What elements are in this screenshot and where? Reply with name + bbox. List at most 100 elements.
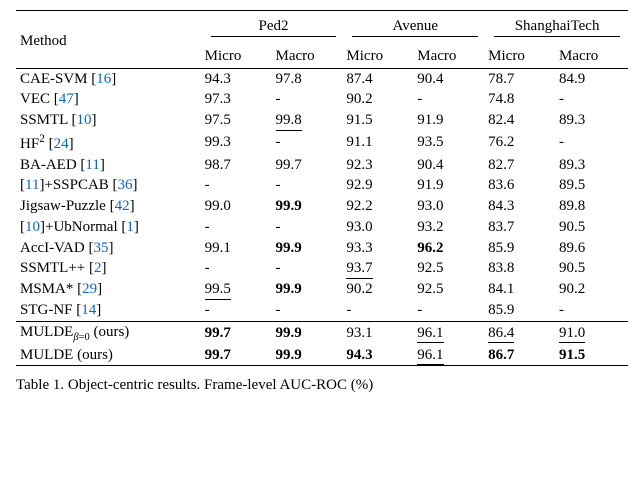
value-cell: 86.7 xyxy=(486,345,557,366)
subcol-sht-micro: Micro xyxy=(486,41,557,68)
value-cell: 99.1 xyxy=(203,238,274,259)
value-cell: 87.4 xyxy=(344,68,415,89)
subcol-ped2-macro: Macro xyxy=(274,41,345,68)
value-cell: 76.2 xyxy=(486,131,557,155)
value-cell: - xyxy=(274,300,345,321)
value-cell: - xyxy=(203,258,274,279)
value-cell: 93.1 xyxy=(344,321,415,345)
value-cell: 90.2 xyxy=(344,279,415,300)
value-cell: - xyxy=(274,131,345,155)
value-cell: 93.0 xyxy=(344,217,415,238)
value-cell: - xyxy=(344,300,415,321)
value-cell: 97.8 xyxy=(274,68,345,89)
col-group-shanghaitech: ShanghaiTech xyxy=(486,11,628,41)
citation-link[interactable]: 24 xyxy=(54,136,69,152)
method-cell: SSMTL [10] xyxy=(16,110,203,131)
method-cell: [10]+UbNormal [1] xyxy=(16,217,203,238)
value-cell: 89.3 xyxy=(557,155,628,176)
value-cell: 99.8 xyxy=(274,110,345,131)
table-row: CAE-SVM [16]94.397.887.490.478.784.9 xyxy=(16,68,628,89)
value-cell: 99.7 xyxy=(203,321,274,345)
table-row: STG-NF [14]----85.9- xyxy=(16,300,628,321)
citation-link[interactable]: 16 xyxy=(96,71,111,87)
value-cell: 99.9 xyxy=(274,238,345,259)
table-row: HF2 [24]99.3-91.193.576.2- xyxy=(16,131,628,155)
citation-link[interactable]: 29 xyxy=(82,281,97,297)
value-cell: 85.9 xyxy=(486,238,557,259)
value-cell: 99.5 xyxy=(203,279,274,300)
value-cell: - xyxy=(415,89,486,110)
value-cell: 92.5 xyxy=(415,279,486,300)
value-cell: 94.3 xyxy=(203,68,274,89)
value-cell: - xyxy=(274,258,345,279)
value-cell: 83.7 xyxy=(486,217,557,238)
value-cell: 99.9 xyxy=(274,345,345,366)
method-cell: CAE-SVM [16] xyxy=(16,68,203,89)
method-cell: VEC [47] xyxy=(16,89,203,110)
value-cell: 93.3 xyxy=(344,238,415,259)
value-cell: 99.9 xyxy=(274,279,345,300)
citation-link[interactable]: 2 xyxy=(94,260,102,276)
citation-link[interactable]: 35 xyxy=(93,240,108,256)
value-cell: - xyxy=(203,175,274,196)
method-cell: MULDE (ours) xyxy=(16,345,203,366)
citation-link[interactable]: 10 xyxy=(77,112,92,128)
value-cell: 92.3 xyxy=(344,155,415,176)
value-cell: - xyxy=(274,175,345,196)
value-cell: - xyxy=(203,300,274,321)
value-cell: 89.8 xyxy=(557,196,628,217)
value-cell: 93.5 xyxy=(415,131,486,155)
citation-link[interactable]: 47 xyxy=(59,91,74,107)
table-row: BA-AED [11]98.799.792.390.482.789.3 xyxy=(16,155,628,176)
value-cell: 78.7 xyxy=(486,68,557,89)
value-cell: 99.0 xyxy=(203,196,274,217)
value-cell: 96.1 xyxy=(415,345,486,366)
citation-link[interactable]: 42 xyxy=(115,198,130,214)
value-cell: - xyxy=(415,300,486,321)
value-cell: 84.3 xyxy=(486,196,557,217)
method-cell: STG-NF [14] xyxy=(16,300,203,321)
value-cell: 94.3 xyxy=(344,345,415,366)
value-cell: 90.5 xyxy=(557,258,628,279)
method-cell: MULDEβ=0 (ours) xyxy=(16,321,203,345)
value-cell: 90.2 xyxy=(557,279,628,300)
value-cell: - xyxy=(557,300,628,321)
value-cell: 93.2 xyxy=(415,217,486,238)
value-cell: 98.7 xyxy=(203,155,274,176)
citation-link[interactable]: 10 xyxy=(25,219,40,235)
value-cell: 91.5 xyxy=(557,345,628,366)
value-cell: 91.1 xyxy=(344,131,415,155)
method-cell: HF2 [24] xyxy=(16,131,203,155)
subcol-avenue-micro: Micro xyxy=(344,41,415,68)
value-cell: 91.5 xyxy=(344,110,415,131)
citation-link[interactable]: 11 xyxy=(25,177,39,193)
value-cell: - xyxy=(557,131,628,155)
table-row: SSMTL [10]97.599.891.591.982.489.3 xyxy=(16,110,628,131)
value-cell: 96.2 xyxy=(415,238,486,259)
citation-link[interactable]: 11 xyxy=(85,157,99,173)
value-cell: 99.9 xyxy=(274,196,345,217)
value-cell: 82.7 xyxy=(486,155,557,176)
value-cell: 90.4 xyxy=(415,68,486,89)
value-cell: 84.9 xyxy=(557,68,628,89)
citation-link[interactable]: 1 xyxy=(126,219,134,235)
value-cell: 99.7 xyxy=(203,345,274,366)
value-cell: 84.1 xyxy=(486,279,557,300)
method-cell: AccI-VAD [35] xyxy=(16,238,203,259)
citation-link[interactable]: 14 xyxy=(81,302,96,318)
citation-link[interactable]: 36 xyxy=(118,177,133,193)
value-cell: 99.7 xyxy=(274,155,345,176)
table-row: Jigsaw-Puzzle [42]99.099.992.293.084.389… xyxy=(16,196,628,217)
value-cell: 83.6 xyxy=(486,175,557,196)
table-row: VEC [47]97.3-90.2-74.8- xyxy=(16,89,628,110)
value-cell: - xyxy=(203,217,274,238)
value-cell: 74.8 xyxy=(486,89,557,110)
col-group-avenue: Avenue xyxy=(344,11,486,41)
value-cell: 89.5 xyxy=(557,175,628,196)
value-cell: 92.9 xyxy=(344,175,415,196)
subcol-ped2-micro: Micro xyxy=(203,41,274,68)
value-cell: 97.3 xyxy=(203,89,274,110)
value-cell: 86.4 xyxy=(486,321,557,345)
table-row: MULDEβ=0 (ours)99.799.993.196.186.491.0 xyxy=(16,321,628,345)
value-cell: 83.8 xyxy=(486,258,557,279)
